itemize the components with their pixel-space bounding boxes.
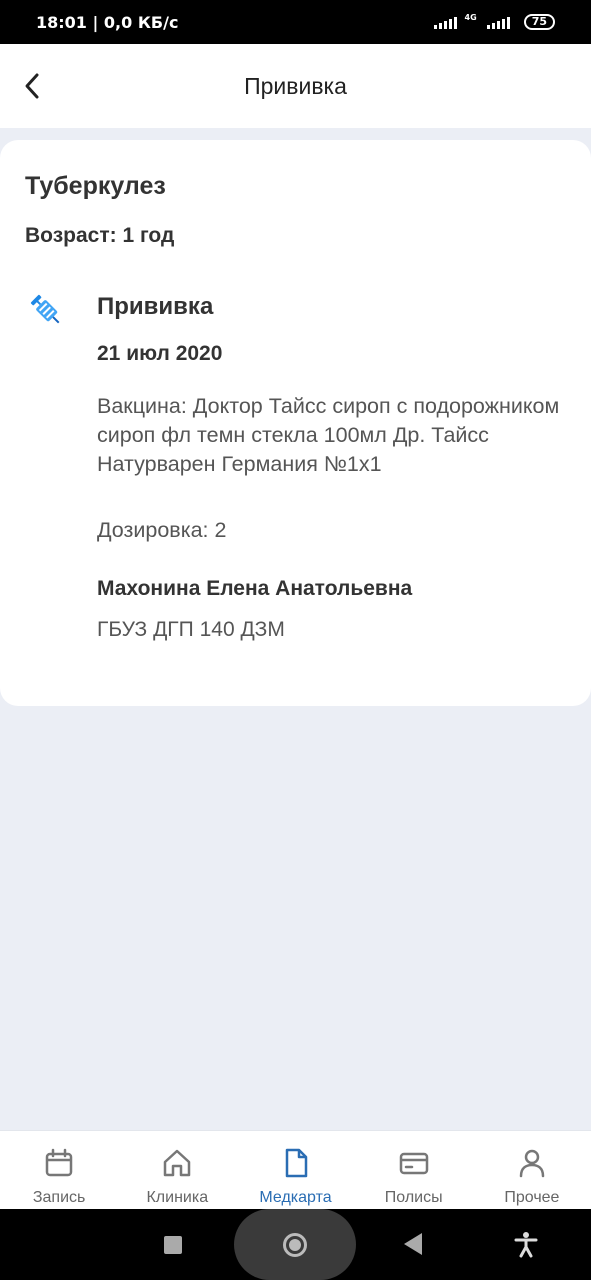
chevron-left-icon (25, 73, 39, 99)
nav-item-zapis[interactable]: Запись (0, 1131, 118, 1209)
doctor-name: Махонина Елена Анатольевна (97, 577, 413, 600)
battery-icon: 75 (523, 14, 555, 30)
entry-title: Прививка (97, 293, 214, 320)
nav-label: Полисы (384, 1189, 443, 1206)
card-icon (399, 1152, 428, 1175)
syringe-icon (30, 294, 60, 324)
nav-label: Медкарта (259, 1189, 332, 1206)
system-back-icon[interactable] (404, 1233, 422, 1255)
status-icons: 4G 75 (433, 13, 555, 30)
nav-item-prochee[interactable]: Прочее (473, 1131, 591, 1209)
clinic-name: ГБУЗ ДГП 140 ДЗМ (97, 618, 285, 641)
vaccine-text: Вакцина: Доктор Тайсс сироп с подорожник… (97, 394, 560, 476)
home-circle-icon (283, 1233, 307, 1257)
bottom-nav: Запись Клиника Медкарта Полисы Прочее (0, 1130, 591, 1209)
recent-apps-icon[interactable] (164, 1236, 182, 1254)
nav-label: Запись (32, 1189, 86, 1206)
system-nav-bar (0, 1209, 591, 1280)
status-time-speed: 18:01 | 0,0 КБ/с (36, 12, 179, 32)
signal-icon-2 (486, 15, 510, 29)
nav-item-polisy[interactable]: Полисы (355, 1131, 473, 1209)
document-icon (285, 1148, 307, 1178)
disease-title: Туберкулез (25, 172, 166, 200)
nav-label: Прочее (504, 1189, 560, 1206)
status-bar: 18:01 | 0,0 КБ/с 4G 75 (0, 0, 591, 44)
age-label: Возраст: 1 год (25, 224, 175, 247)
dosage-text: Дозировка: 2 (97, 518, 227, 542)
app-header: Прививка (0, 44, 591, 128)
entry-date: 21 июл 2020 (97, 342, 223, 365)
home-button[interactable] (234, 1209, 356, 1280)
nav-label: Клиника (146, 1189, 209, 1206)
calendar-icon (45, 1148, 73, 1177)
nav-item-klinika[interactable]: Клиника (118, 1131, 236, 1209)
person-icon (519, 1149, 545, 1178)
accessibility-icon[interactable] (512, 1230, 540, 1258)
signal-icon (433, 15, 457, 29)
home-icon (164, 1149, 191, 1177)
back-button[interactable] (18, 70, 46, 102)
battery-level: 75 (531, 15, 547, 28)
network-label: 4G (464, 13, 477, 22)
vaccination-card: Туберкулез Возраст: 1 год Прививка 21 ию… (0, 140, 591, 706)
page-title: Прививка (244, 72, 347, 99)
nav-item-medkarta[interactable]: Медкарта (236, 1131, 354, 1209)
